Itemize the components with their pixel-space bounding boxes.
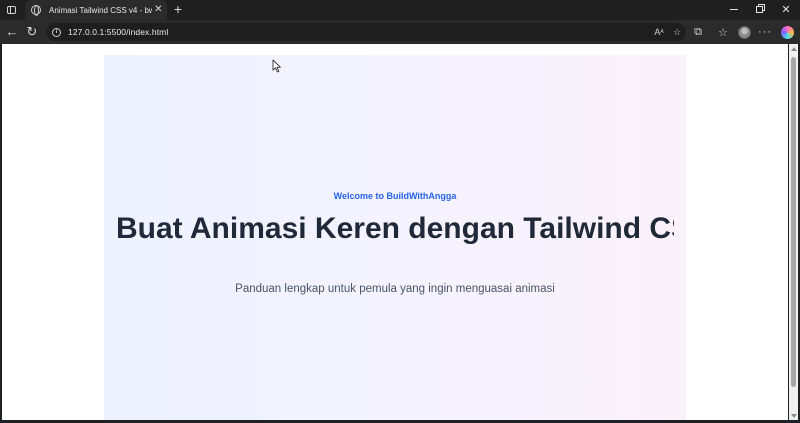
favorites-icon[interactable]: ☆ (715, 24, 731, 40)
hero-section: Welcome to BuildWithAngga Buat Animasi K… (104, 55, 686, 420)
copilot-icon[interactable] (779, 24, 795, 40)
globe-icon (31, 5, 41, 16)
hero-heading: Buat Animasi Keren dengan Tailwind CSS v… (116, 212, 674, 245)
more-icon[interactable]: ··· (757, 24, 773, 40)
restore-icon[interactable] (751, 2, 767, 16)
info-icon[interactable]: i (52, 27, 61, 37)
browser-toolbar: ← ↻ i 127.0.0.1:5500/index.html AA ☆ ⧉ ☆… (0, 20, 800, 44)
sidebar-icon[interactable] (4, 3, 18, 17)
hero-heading-container: Buat Animasi Keren dengan Tailwind CSS v… (116, 211, 674, 247)
hero-kicker: Welcome to BuildWithAngga (333, 191, 457, 201)
star-icon[interactable]: ☆ (668, 23, 686, 41)
mouse-cursor-icon (272, 59, 281, 73)
vertical-scrollbar[interactable] (789, 44, 798, 420)
hero-subtitle: Panduan lengkap untuk pemula yang ingin … (235, 283, 555, 295)
read-aloud-icon[interactable]: AA (650, 23, 668, 41)
back-icon[interactable]: ← (5, 25, 19, 39)
plus-icon[interactable]: + (171, 2, 185, 16)
title-bar: Animasi Tailwind CSS v4 - bwa-tw ✕ + ✕ (0, 0, 800, 20)
url-text[interactable]: 127.0.0.1:5500/index.html (68, 27, 168, 37)
reload-icon[interactable]: ↻ (25, 25, 39, 39)
extensions-icon[interactable]: ⧉ (690, 24, 706, 40)
address-bar[interactable]: i 127.0.0.1:5500/index.html AA ☆ (46, 23, 686, 41)
page-viewport: Welcome to BuildWithAngga Buat Animasi K… (2, 44, 788, 420)
window-close-icon[interactable]: ✕ (778, 2, 794, 16)
scroll-thumb[interactable] (791, 57, 796, 387)
tab-title: Animasi Tailwind CSS v4 - bwa-tw (49, 5, 152, 15)
scroll-up-arrow-icon[interactable] (791, 47, 797, 51)
tab-active[interactable]: Animasi Tailwind CSS v4 - bwa-tw ✕ (25, 0, 167, 20)
profile-icon[interactable] (736, 24, 752, 40)
scroll-down-arrow-icon[interactable] (791, 414, 797, 418)
close-icon[interactable]: ✕ (154, 5, 163, 15)
minimize-icon[interactable] (726, 2, 742, 16)
